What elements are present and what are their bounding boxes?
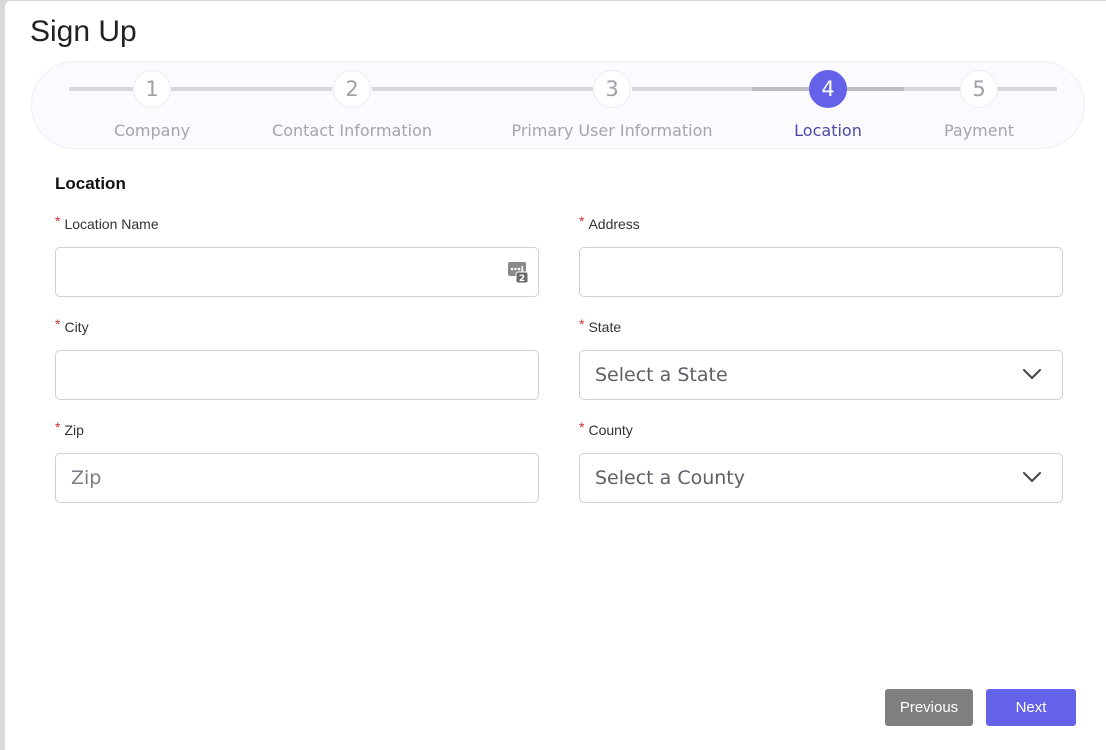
address-label: * Address <box>579 213 640 232</box>
stepper-track <box>372 87 594 91</box>
required-marker: * <box>579 316 585 332</box>
city-label-text: City <box>64 319 89 335</box>
required-marker: * <box>55 213 61 229</box>
step-2-label[interactable]: Contact Information <box>272 121 432 140</box>
county-select[interactable]: Select a County <box>579 453 1063 503</box>
stepper-track <box>69 87 332 91</box>
state-label-text: State <box>588 319 622 335</box>
step-4-circle-current[interactable]: 4 <box>809 70 847 108</box>
chevron-down-icon <box>1023 472 1041 482</box>
state-label: * State <box>579 316 622 335</box>
zip-label: * Zip <box>55 419 84 438</box>
step-3-circle[interactable]: 3 <box>593 70 631 108</box>
step-2-circle[interactable]: 2 <box>333 70 371 108</box>
step-5-label[interactable]: Payment <box>944 121 1014 140</box>
location-name-label-text: Location Name <box>64 216 159 232</box>
signup-card: Sign Up 1 2 3 4 5 Company Contact Inform… <box>5 1 1106 750</box>
step-1-label[interactable]: Company <box>114 121 190 140</box>
county-select-value: Select a County <box>595 467 746 489</box>
address-label-text: Address <box>588 216 640 232</box>
required-marker: * <box>579 419 585 435</box>
section-title: Location <box>55 174 126 193</box>
step-3-label[interactable]: Primary User Information <box>511 121 712 140</box>
step-1-circle[interactable]: 1 <box>133 70 171 108</box>
next-button[interactable]: Next <box>986 689 1076 726</box>
county-label: * County <box>579 419 633 438</box>
location-name-label: * Location Name <box>55 213 159 232</box>
stepper: 1 2 3 4 5 Company Contact Information Pr… <box>31 61 1085 149</box>
county-label-text: County <box>588 422 633 438</box>
step-4-label-current[interactable]: Location <box>794 121 862 140</box>
location-name-input[interactable] <box>55 247 539 297</box>
required-marker: * <box>55 419 61 435</box>
required-marker: * <box>579 213 585 229</box>
state-select-value: Select a State <box>595 364 728 386</box>
page-title: Sign Up <box>30 15 137 48</box>
stepper-track <box>632 87 752 91</box>
address-input[interactable] <box>579 247 1063 297</box>
zip-label-text: Zip <box>64 422 84 438</box>
state-select[interactable]: Select a State <box>579 350 1063 400</box>
step-5-circle[interactable]: 5 <box>960 70 998 108</box>
zip-input[interactable] <box>55 453 539 503</box>
chevron-down-icon <box>1023 369 1041 379</box>
required-marker: * <box>55 316 61 332</box>
svg-text:2: 2 <box>519 274 525 284</box>
previous-button[interactable]: Previous <box>885 689 973 726</box>
city-label: * City <box>55 316 89 335</box>
city-input[interactable] <box>55 350 539 400</box>
